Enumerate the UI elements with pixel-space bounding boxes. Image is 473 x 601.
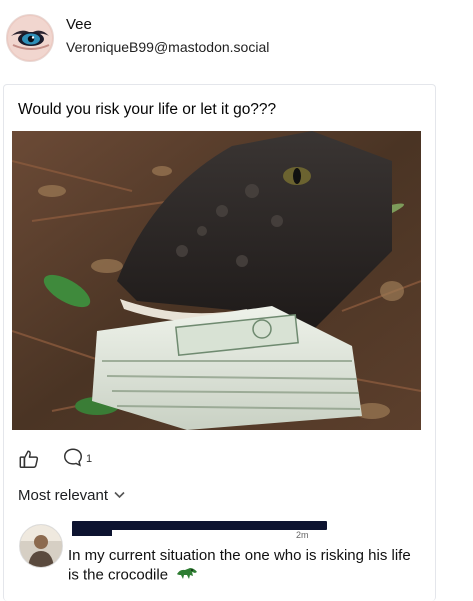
comment-button[interactable]: 1 [62, 446, 92, 473]
comment-timestamp: 2m [296, 530, 309, 540]
post-text: Would you risk your life or let it go??? [18, 101, 277, 118]
comment-text: In my current situation the one who is r… [68, 547, 411, 584]
chevron-down-icon [114, 490, 125, 502]
comment-bubble-icon[interactable] [62, 446, 84, 473]
post-header: Vee VeroniqueB99@mastodon.social [0, 0, 473, 72]
commenter-avatar[interactable] [19, 524, 63, 568]
comment-count: 1 [86, 453, 93, 465]
account-handle[interactable]: VeroniqueB99@mastodon.social [66, 39, 269, 55]
thumbs-up-icon[interactable] [18, 448, 40, 470]
comment-body: In my current situation the one who is r… [68, 546, 418, 586]
post-image[interactable] [12, 131, 421, 430]
profile-avatar[interactable] [6, 14, 54, 62]
comments-sort-dropdown[interactable]: Most relevant [18, 487, 125, 504]
display-name[interactable]: Vee [66, 16, 92, 33]
redacted-name-bar-2 [72, 528, 112, 536]
sort-label: Most relevant [18, 487, 109, 504]
crocodile-emoji-icon [176, 565, 198, 586]
post-actions: 1 [18, 446, 92, 473]
